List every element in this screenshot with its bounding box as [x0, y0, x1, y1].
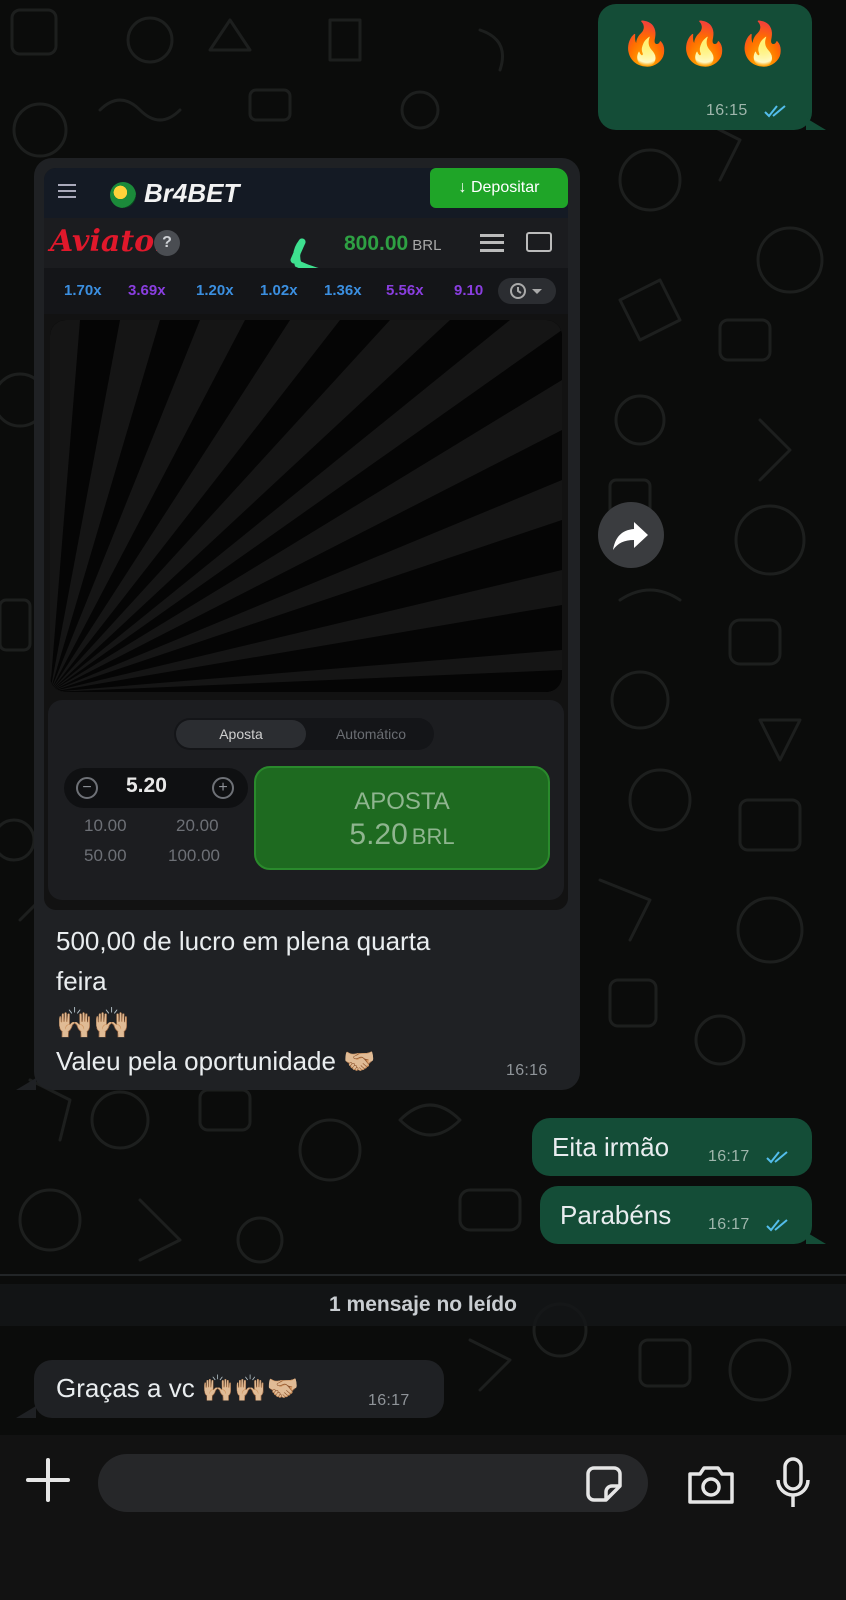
multiplier: 1.70x	[64, 282, 102, 299]
multiplier: 3.69x	[128, 282, 166, 299]
game-title: Aviator	[50, 224, 170, 259]
brand-logo-icon	[110, 182, 136, 208]
bubble-tail	[806, 118, 826, 130]
tab-aposta: Aposta	[176, 720, 306, 748]
message-time: 16:16	[506, 1062, 548, 1079]
message-caption-line: feira	[56, 966, 107, 996]
bubble-tail	[16, 1406, 36, 1418]
message-time: 16:17	[368, 1392, 410, 1409]
bet-amount-value: 5.20	[349, 818, 408, 851]
menu-icon	[480, 234, 504, 252]
tab-automatico: Automático	[335, 726, 407, 742]
message-time: 16:17	[708, 1216, 750, 1233]
message-input[interactable]	[98, 1454, 648, 1512]
double-check-icon	[764, 105, 786, 118]
plus-icon[interactable]	[26, 1458, 70, 1502]
brand-logo: Br4BET	[144, 178, 240, 208]
message-caption-line: 🙌🏼🙌🏼	[56, 1007, 131, 1040]
double-check-icon	[766, 1151, 788, 1164]
camera-icon[interactable]	[686, 1462, 736, 1506]
shared-image-game-screenshot[interactable]: Br4BET ↓ Depositar Aviator ? 800.00 BRL 1…	[44, 168, 568, 910]
quick-amount: 100.00	[168, 846, 220, 865]
quick-amount: 20.00	[176, 816, 219, 835]
minus-icon: −	[76, 777, 98, 799]
forward-button[interactable]	[598, 502, 664, 568]
bet-amount: 5.20 BRL	[256, 818, 548, 852]
unread-divider: 1 mensaje no leído	[0, 1284, 846, 1326]
forward-arrow-icon	[613, 522, 648, 550]
multiplier: 9.10	[454, 282, 484, 299]
stepper-value: 5.20	[126, 774, 167, 797]
message-caption-line: 500,00 de lucro em plena quarta	[56, 926, 431, 956]
quick-amount: 50.00	[84, 846, 127, 865]
message-bubble-outgoing[interactable]: 🔥🔥🔥 16:15	[598, 4, 812, 130]
multiplier: 5.56x	[386, 282, 424, 299]
message-bubble-outgoing[interactable]: Parabéns 16:17	[540, 1186, 812, 1244]
quick-amount: 10.00	[84, 816, 127, 835]
bubble-tail	[806, 1232, 826, 1244]
message-text: Parabéns	[560, 1200, 672, 1230]
unread-divider-line	[0, 1274, 846, 1276]
bubble-tail	[16, 1078, 36, 1090]
double-check-icon	[766, 1219, 788, 1232]
conversation: 🔥🔥🔥 16:15 Br4BET ↓ Depositar Aviator ? 8…	[0, 0, 846, 1435]
message-text: Graças a vc 🙌🏼🙌🏼🤝🏼	[56, 1373, 300, 1403]
deposit-button: ↓ Depositar	[430, 168, 568, 208]
bet-button: APOSTA 5.20 BRL	[254, 766, 550, 870]
multiplier: 1.02x	[260, 282, 298, 299]
message-time: 16:15	[706, 102, 748, 119]
multiplier-history	[44, 268, 568, 314]
message-time: 16:17	[708, 1148, 750, 1165]
hamburger-menu-icon	[58, 184, 76, 198]
message-bubble-outgoing[interactable]: Eita irmão 16:17	[532, 1118, 812, 1176]
message-bubble-incoming[interactable]: Graças a vc 🙌🏼🙌🏼🤝🏼 16:17	[34, 1360, 444, 1418]
game-canvas	[50, 320, 562, 692]
sticker-icon[interactable]	[584, 1464, 624, 1504]
bet-currency: BRL	[411, 824, 455, 849]
plus-icon: +	[212, 777, 234, 799]
message-text: Eita irmão	[552, 1132, 670, 1162]
message-text: 🔥🔥🔥	[620, 20, 795, 67]
chat-icon	[526, 232, 552, 252]
bet-label: APOSTA	[354, 788, 450, 815]
multiplier: 1.20x	[196, 282, 234, 299]
microphone-icon[interactable]	[774, 1456, 812, 1512]
help-icon: ?	[154, 230, 180, 256]
message-caption-line: Valeu pela oportunidade 🤝🏼	[56, 1046, 376, 1076]
history-icon	[498, 278, 556, 304]
multiplier: 1.36x	[324, 282, 362, 299]
